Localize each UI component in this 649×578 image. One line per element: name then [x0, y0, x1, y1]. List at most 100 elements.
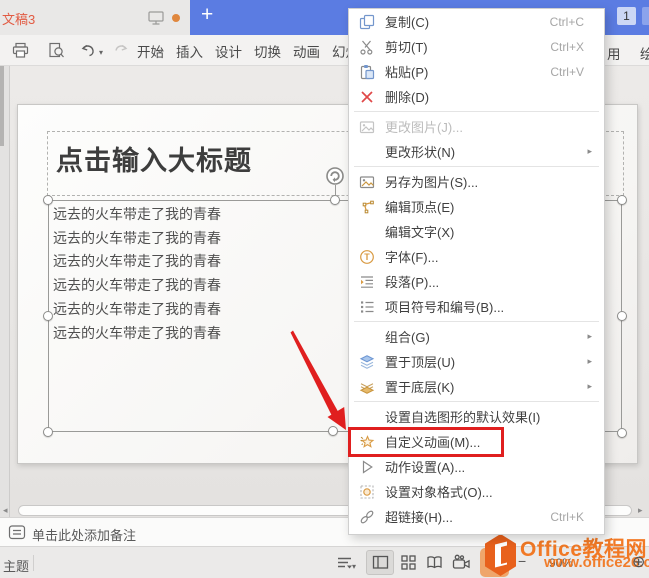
handle-bottom-mid[interactable] [328, 426, 338, 436]
notes-toggle-caret[interactable]: ▾ [352, 562, 356, 571]
ribbon-tab-3[interactable]: 设计 [215, 41, 242, 61]
zoom-in-button[interactable]: ⊕ [632, 552, 645, 572]
ribbon-tab-2[interactable]: 插入 [176, 41, 203, 61]
hscroll-right-arrow[interactable]: ▸ [638, 505, 643, 516]
reading-view-icon[interactable] [426, 554, 443, 571]
submenu-arrow-icon: ▸ [587, 146, 592, 156]
submenu-arrow-icon: ▸ [587, 381, 592, 391]
handle-bottom-right[interactable] [617, 428, 627, 438]
menu-item[interactable]: 置于顶层(U) ▸ [349, 349, 604, 374]
rotation-handle-icon[interactable] [325, 166, 345, 186]
tab-count-badge[interactable]: 1 [617, 7, 636, 25]
menu-item-label: 置于底层(K) [385, 380, 455, 395]
menu-item[interactable]: 设置自选图形的默认效果(I) [349, 404, 604, 429]
menu-item-label: 更改形状(N) [385, 145, 456, 160]
status-bar: 主题 ▾ − 90% ⊕ [0, 546, 649, 578]
unsaved-indicator-dot [172, 14, 180, 22]
document-tab-title[interactable]: 文稿3 [2, 9, 35, 28]
object-format-icon [358, 484, 376, 500]
bullets-icon [358, 299, 376, 315]
panel-scrollbar[interactable] [0, 66, 4, 146]
menu-separator [349, 109, 604, 114]
menu-item-label: 编辑文字(X) [385, 225, 455, 240]
slide-sorter-view-icon[interactable] [400, 554, 417, 571]
handle-mid-left[interactable] [43, 311, 53, 321]
context-menu: 复制(C) Ctrl+C 剪切(T) Ctrl+X 粘贴(P) Ctrl+V 删除(D) 更改… [348, 8, 605, 535]
notes-toggle-icon[interactable] [336, 554, 353, 571]
menu-item-label: 动作设置(A)... [385, 460, 466, 475]
menu-item-label: 复制(C) [385, 15, 430, 30]
menu-item-shortcut: Ctrl+K [550, 509, 584, 524]
menu-item-label: 编辑顶点(E) [385, 200, 455, 215]
menu-item[interactable]: 另存为图片(S)... [349, 169, 604, 194]
tab-edge [642, 7, 649, 25]
normal-view-icon[interactable] [372, 554, 389, 571]
bring-to-front-icon [358, 354, 376, 370]
submenu-arrow-icon: ▸ [587, 331, 592, 341]
action-settings-icon [358, 459, 376, 475]
new-tab-button[interactable]: + [201, 3, 213, 27]
menu-separator [349, 164, 604, 169]
custom-animation-icon [358, 434, 376, 450]
zoom-out-button[interactable]: − [518, 553, 526, 569]
menu-item-label: 设置自选图形的默认效果(I) [385, 410, 541, 425]
menu-item[interactable]: 设置对象格式(O)... [349, 479, 604, 504]
menu-item[interactable]: 编辑顶点(E) [349, 194, 604, 219]
zoom-percent: 90% [549, 556, 574, 570]
slide-title-text: 点击输入大标题 [56, 146, 252, 176]
tab-partial-right-1[interactable]: 用 [607, 43, 621, 63]
undo-dropdown-caret[interactable]: ▾ [99, 48, 103, 57]
menu-item[interactable]: 超链接(H)... Ctrl+K [349, 504, 604, 529]
handle-top-right[interactable] [617, 195, 627, 205]
copy-icon [358, 14, 376, 30]
theme-label: 主题 [3, 559, 30, 574]
menu-item-label: 自定义动画(M)... [385, 435, 481, 450]
change-picture-icon [358, 119, 376, 135]
present-monitor-icon[interactable] [147, 10, 165, 26]
menu-item-shortcut: Ctrl+V [550, 64, 584, 79]
ribbon-tab-4[interactable]: 切换 [254, 41, 281, 61]
hyperlink-icon [358, 509, 376, 525]
menu-item-label: 更改图片(J)... [385, 120, 463, 135]
rotation-connector [335, 185, 336, 196]
hscroll-left-arrow[interactable]: ◂ [3, 505, 8, 516]
menu-item[interactable]: 组合(G) ▸ [349, 324, 604, 349]
menu-item[interactable]: 置于底层(K) ▸ [349, 374, 604, 399]
menu-separator [349, 399, 604, 404]
undo-icon[interactable] [80, 42, 97, 59]
menu-item-label: 设置对象格式(O)... [385, 485, 493, 500]
print-preview-icon[interactable] [48, 42, 65, 59]
menu-item-label: 字体(F)... [385, 250, 439, 265]
menu-item[interactable]: 删除(D) [349, 84, 604, 109]
menu-item[interactable]: 剪切(T) Ctrl+X [349, 34, 604, 59]
handle-bottom-left[interactable] [43, 427, 53, 437]
handle-top-left[interactable] [43, 195, 53, 205]
scissors-icon [358, 39, 376, 55]
ribbon-tab-5[interactable]: 动画 [293, 41, 320, 61]
menu-item[interactable]: 动作设置(A)... [349, 454, 604, 479]
edit-vertex-icon [358, 199, 376, 215]
menu-item[interactable]: 复制(C) Ctrl+C [349, 9, 604, 34]
menu-item[interactable]: 项目符号和编号(B)... [349, 294, 604, 319]
slideshow-view-icon[interactable] [452, 554, 472, 571]
menu-item[interactable]: 编辑文字(X) [349, 219, 604, 244]
tab-partial-right-2[interactable]: 绘 [640, 43, 649, 63]
font-icon: T [358, 249, 376, 265]
paste-icon [358, 64, 376, 80]
status-divider [33, 555, 34, 571]
menu-item-label: 项目符号和编号(B)... [385, 300, 505, 315]
menu-item[interactable]: 更改形状(N) ▸ [349, 139, 604, 164]
print-icon[interactable] [12, 42, 29, 59]
menu-item[interactable]: 段落(P)... [349, 269, 604, 294]
menu-item[interactable]: 粘贴(P) Ctrl+V [349, 59, 604, 84]
ribbon-tab-1[interactable]: 开始 [137, 41, 164, 61]
handle-top-mid[interactable] [330, 195, 340, 205]
submenu-arrow-icon: ▸ [587, 356, 592, 366]
menu-item-custom-animation[interactable]: 自定义动画(M)... [349, 429, 604, 454]
menu-item[interactable]: T 字体(F)... [349, 244, 604, 269]
menu-item-shortcut: Ctrl+X [550, 39, 584, 54]
svg-text:T: T [364, 252, 370, 262]
handle-mid-right[interactable] [617, 311, 627, 321]
redo-icon [112, 42, 129, 59]
notes-placeholder[interactable]: 单击此处添加备注 [32, 525, 136, 544]
